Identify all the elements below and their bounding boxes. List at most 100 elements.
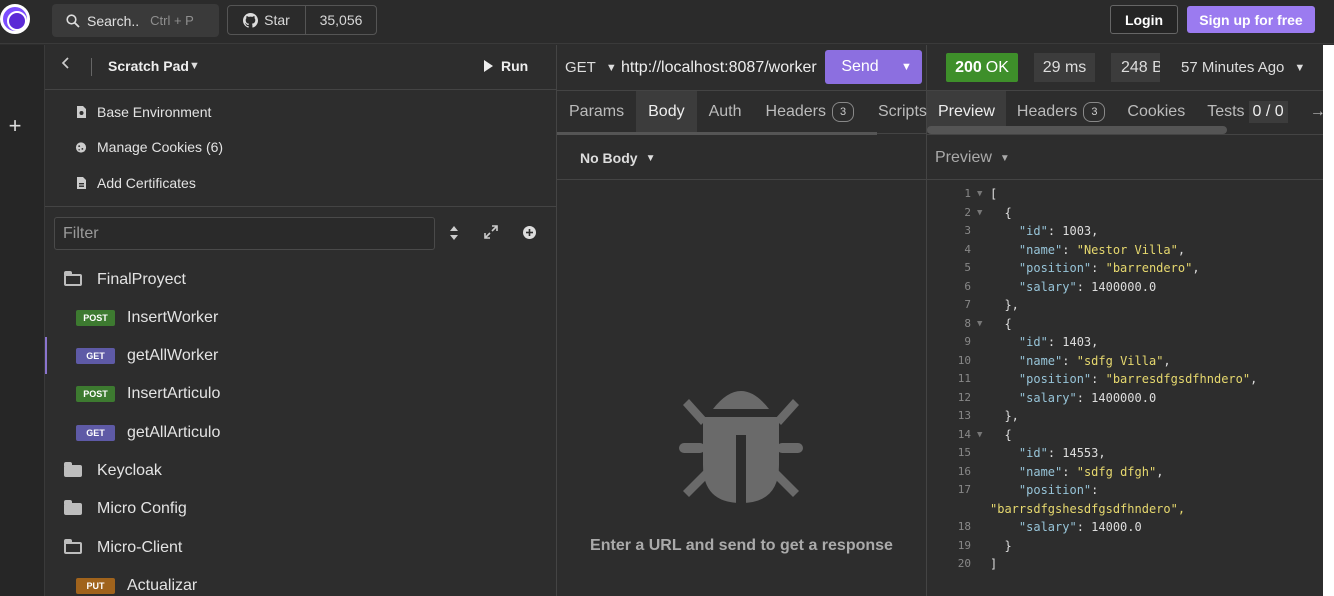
body-mode-select[interactable]: No Body ▼ (580, 150, 655, 166)
preview-mode-select[interactable]: Preview ▼ (935, 149, 1010, 167)
request-label: getAllWorker (127, 346, 219, 364)
tabs-scrollbar[interactable] (927, 126, 1227, 134)
request-item[interactable]: POST InsertWorker (45, 299, 556, 336)
fold-gutter (977, 518, 990, 536)
caret-down-icon[interactable]: ▼ (189, 60, 200, 72)
status-code: 200 (955, 58, 982, 76)
sidebar: Scratch Pad ▼ Run Base Environment Manag… (45, 45, 557, 596)
history-select[interactable]: 57 Minutes Ago ▼ (1181, 59, 1305, 76)
request-pane: GET ▼ http://localhost:8087/worker Send … (557, 45, 927, 596)
code-text: "name": "Nestor Villa", (1018, 242, 1186, 257)
add-project-button[interactable]: + (0, 113, 30, 138)
workspace-title[interactable]: Scratch Pad (108, 58, 189, 74)
code-text: "name": "sdfg Villa", (1018, 353, 1171, 368)
tab-label: Auth (708, 103, 742, 120)
fold-gutter (977, 555, 990, 573)
code-line: 18 "salary": 14000.0 (927, 518, 1323, 536)
method-select[interactable]: GET ▼ (565, 59, 617, 76)
request-item-active[interactable]: GET getAllWorker (45, 337, 556, 374)
code-line: 17 "position": (927, 481, 1323, 499)
search-label: Search.. (87, 12, 140, 29)
fold-gutter (977, 537, 990, 555)
request-label: getAllArticulo (127, 423, 221, 441)
request-item[interactable]: GET getAllArticulo (45, 414, 556, 451)
tab-headers[interactable]: Headers 3 (754, 91, 866, 133)
folder-label: FinalProyect (97, 270, 186, 288)
add-certificates-link[interactable]: Add Certificates (75, 175, 196, 191)
code-line: 20] (927, 555, 1323, 573)
url-input[interactable]: http://localhost:8087/worker (621, 59, 817, 77)
certificate-icon (75, 176, 87, 190)
add-certificates-label: Add Certificates (97, 175, 196, 191)
folder-open-icon (64, 270, 82, 286)
fold-gutter (977, 333, 990, 351)
code-text: "salary": 1400000.0 (1018, 279, 1157, 294)
send-label: Send (841, 58, 879, 75)
caret-down-icon: ▼ (999, 152, 1010, 164)
base-environment-link[interactable]: Base Environment (75, 104, 211, 120)
folder-item[interactable]: FinalProyect (45, 261, 556, 298)
send-button[interactable]: Send ▼ (825, 50, 922, 84)
login-button[interactable]: Login (1110, 5, 1178, 34)
code-line: 10 "name": "sdfg Villa", (927, 352, 1323, 370)
base-environment-label: Base Environment (97, 104, 212, 120)
code-line: 16 "name": "sdfg dfgh", (927, 463, 1323, 481)
sidebar-header: Scratch Pad ▼ Run (45, 45, 556, 90)
back-chevron-icon[interactable] (61, 56, 75, 78)
folder-item[interactable]: Micro Config (45, 490, 556, 527)
folder-label: Keycloak (97, 461, 162, 479)
add-circle-icon[interactable] (522, 225, 538, 241)
code-line: 11 "position": "barresdfgsdfhndero", (927, 370, 1323, 388)
search-button[interactable]: Search.. Ctrl + P (52, 4, 219, 37)
tab-params[interactable]: Params (557, 91, 636, 133)
header-divider (91, 58, 92, 76)
send-options-caret-icon[interactable]: ▼ (901, 61, 912, 73)
tab-body[interactable]: Body (636, 91, 697, 133)
request-item[interactable]: POST InsertArticulo (45, 375, 556, 412)
line-number: 17 (957, 483, 971, 496)
code-line: 7 }, (927, 296, 1323, 314)
method-badge: POST (76, 309, 115, 326)
github-star-widget[interactable]: Star 35,056 (227, 5, 377, 35)
caret-down-icon: ▼ (645, 152, 656, 164)
fold-caret-icon[interactable]: ▼ (977, 185, 990, 203)
fold-caret-icon[interactable]: ▼ (977, 426, 990, 444)
code-text: "id": 14553, (1018, 446, 1106, 460)
preview-divider (927, 179, 1323, 180)
fold-gutter (977, 463, 990, 481)
github-star-button[interactable]: Star (228, 6, 306, 34)
fold-caret-icon[interactable]: ▼ (977, 315, 990, 333)
app-logo-icon[interactable] (0, 4, 30, 34)
signup-button[interactable]: Sign up for free (1187, 6, 1315, 33)
code-line: 2 ▼ { (927, 204, 1323, 222)
tabs-scrollbar[interactable] (557, 132, 877, 135)
line-number: 1 (964, 187, 971, 200)
filter-input[interactable] (54, 217, 435, 250)
window-edge-strip (1323, 45, 1334, 596)
tab-label: Scripts (878, 103, 927, 120)
folder-item[interactable]: Keycloak (45, 452, 556, 489)
tests-count: 0 / 0 (1248, 101, 1288, 123)
code-text: "position": "barrendero", (1018, 261, 1200, 275)
response-time-badge: 29 ms (1034, 53, 1095, 82)
request-label: InsertArticulo (127, 384, 221, 402)
fold-caret-icon[interactable]: ▼ (977, 204, 990, 222)
code-text: "id": 1403, (1018, 335, 1099, 349)
body-divider (557, 179, 926, 180)
sidebar-divider (45, 206, 556, 207)
manage-cookies-link[interactable]: Manage Cookies (6) (75, 139, 223, 155)
run-button[interactable]: Run (483, 58, 528, 74)
code-text: "id": 1003, (1018, 224, 1099, 238)
expand-icon[interactable] (484, 225, 500, 241)
tab-auth[interactable]: Auth (697, 91, 754, 133)
folder-item[interactable]: Micro-Client (45, 529, 556, 566)
star-label: Star (264, 12, 290, 28)
request-item[interactable]: PUT Actualizar (45, 567, 556, 596)
empty-response-message: Enter a URL and send to get a response (590, 537, 893, 554)
method-badge: GET (76, 424, 115, 441)
code-text: }, (990, 298, 1019, 312)
tabs-divider (927, 134, 1323, 135)
tab-label: Cookies (1127, 103, 1186, 120)
fold-gutter (977, 407, 990, 425)
sort-icon[interactable] (449, 225, 461, 243)
